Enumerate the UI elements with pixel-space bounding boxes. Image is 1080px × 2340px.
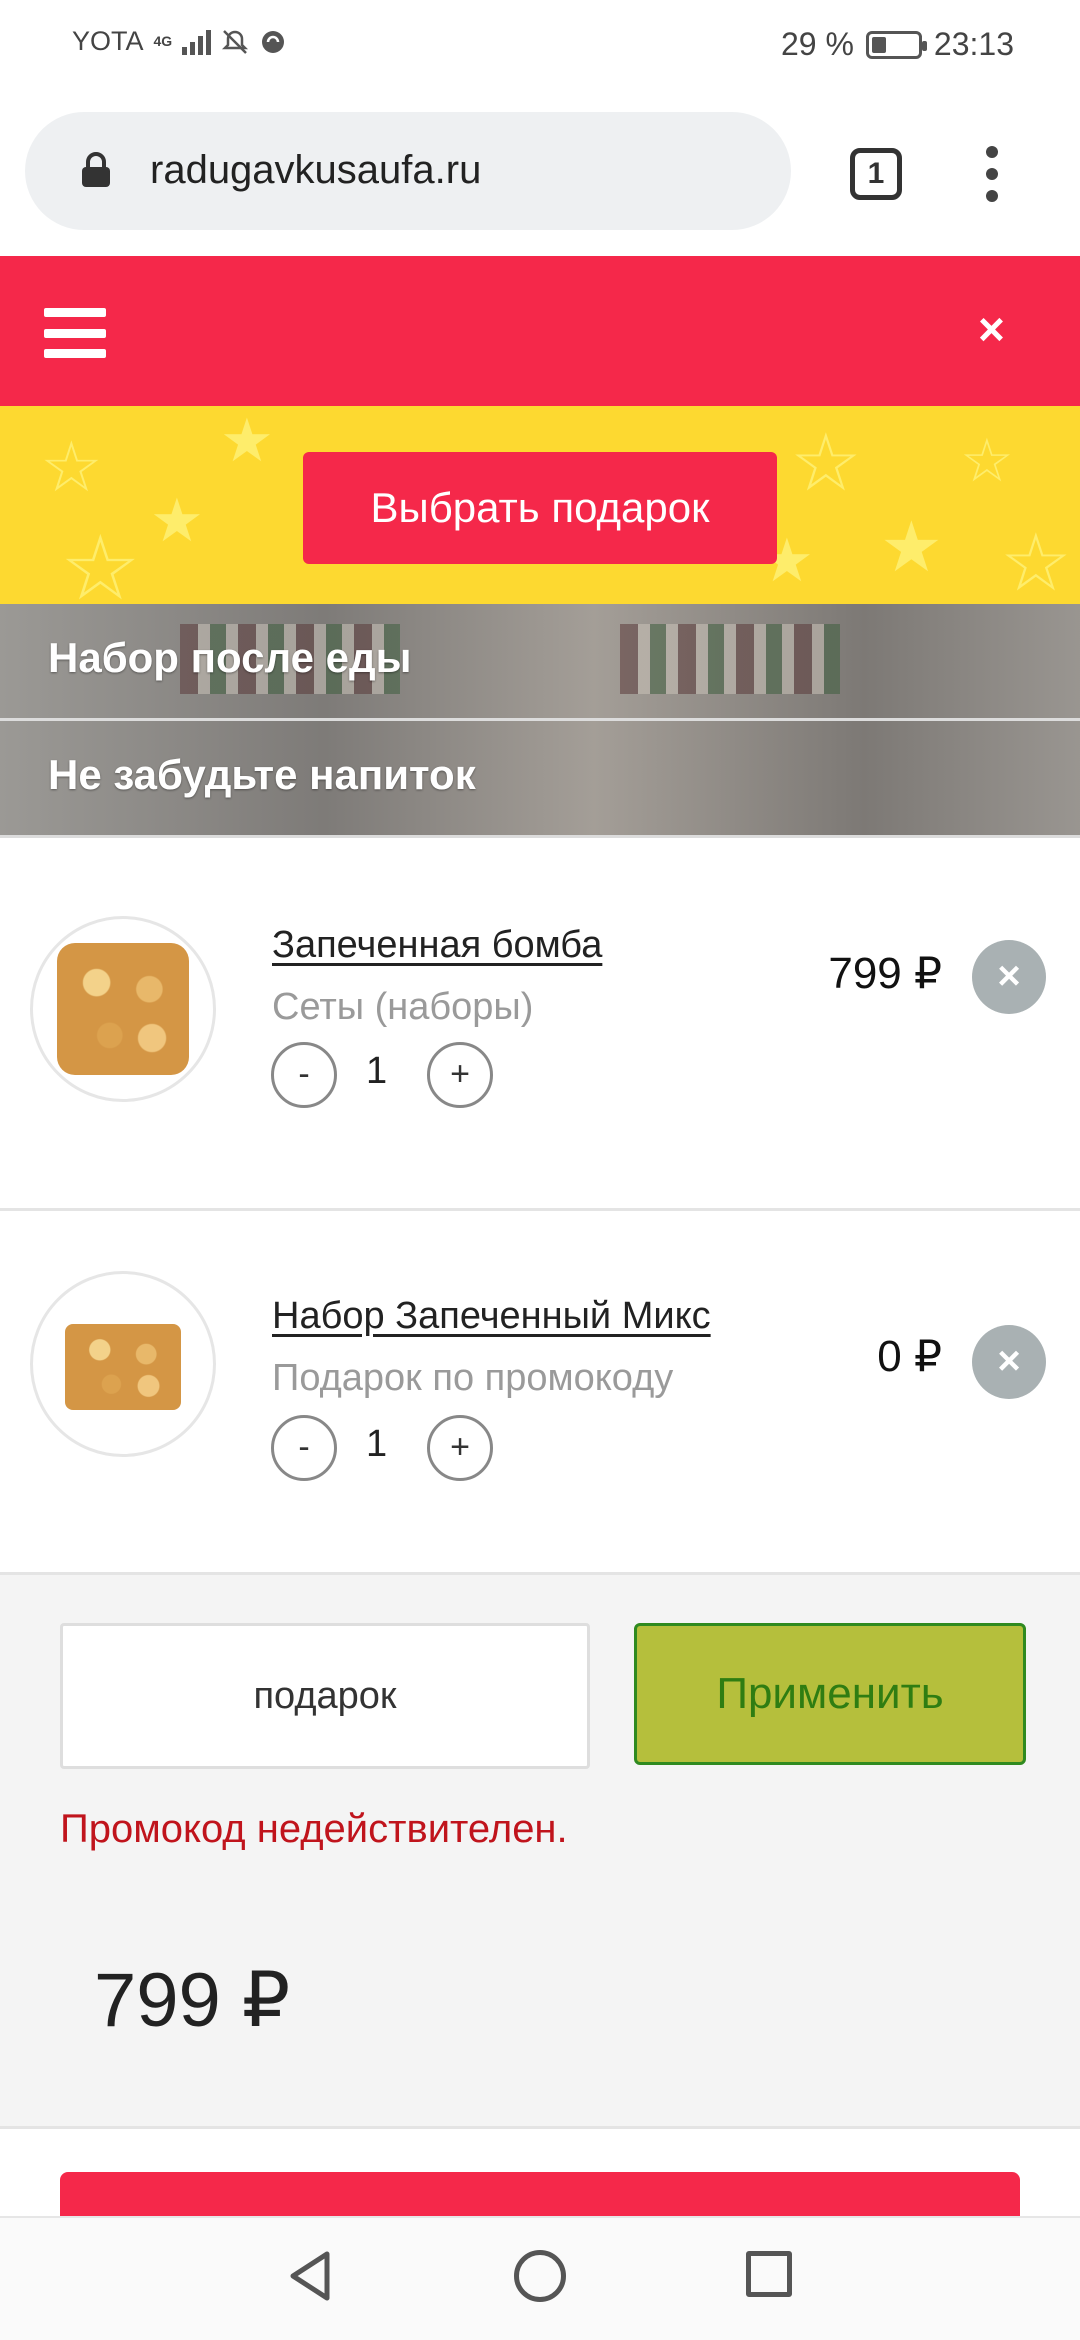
category-image (620, 624, 840, 694)
status-bar: YOTA 4G 29 % 23:13 (0, 0, 1080, 90)
promo-code-input[interactable] (60, 1623, 590, 1769)
battery-icon (865, 30, 927, 59)
item-image[interactable] (30, 1271, 216, 1457)
promo-error-message: Промокод недействителен. (60, 1807, 568, 1851)
food-image (57, 943, 189, 1075)
star-decoration: ★ (150, 487, 204, 554)
recent-apps-icon[interactable] (746, 2251, 792, 2297)
status-left: YOTA 4G (72, 26, 287, 57)
category-after-meal[interactable]: Набор после еды (0, 604, 1080, 720)
cart-item: Набор Запеченный Микс Подарок по промоко… (0, 1211, 1080, 1571)
item-category: Подарок по промокоду (272, 1357, 674, 1399)
hamburger-menu-icon[interactable] (44, 308, 106, 358)
star-decoration: ★ (880, 508, 943, 586)
gift-banner: ☆ ★ ☆ ★ ☆ ★ ☆ ☆ ★ Выбрать подарок (0, 406, 1080, 604)
tab-switcher-button[interactable]: 1 (850, 148, 902, 200)
quantity-increase-button[interactable]: + (427, 1042, 493, 1108)
url-text: radugavkusaufa.ru (150, 148, 482, 192)
cart-item: Запеченная бомба Сеты (наборы) - 1 + 799… (0, 838, 1080, 1198)
food-image (65, 1324, 181, 1410)
browser-toolbar: radugavkusaufa.ru 1 (0, 90, 1080, 256)
star-decoration: ☆ (960, 427, 1014, 494)
carrier-label: YOTA (72, 26, 144, 56)
mute-icon (222, 29, 249, 54)
promo-section: Применить Промокод недействителен. 799 ₽ (0, 1572, 1080, 2126)
quantity-value: 1 (366, 1050, 388, 1092)
quantity-increase-button[interactable]: + (427, 1415, 493, 1481)
more-menu-icon[interactable] (986, 146, 1000, 202)
category-drinks[interactable]: Не забудьте напиток (0, 721, 1080, 837)
star-decoration: ☆ (40, 428, 103, 506)
quantity-decrease-button[interactable]: - (271, 1415, 337, 1481)
divider (0, 2126, 1080, 2129)
battery-percent: 29 % (780, 26, 854, 62)
apply-promo-button[interactable]: Применить (634, 1623, 1026, 1765)
category-label: Не забудьте напиток (48, 751, 476, 798)
system-nav-bar (0, 2216, 1080, 2340)
star-decoration: ☆ (60, 519, 141, 604)
signal-icon (182, 29, 212, 55)
quantity-decrease-button[interactable]: - (271, 1042, 337, 1108)
item-price: 799 ₽ (828, 949, 942, 998)
order-total: 799 ₽ (94, 1958, 291, 2043)
quantity-value: 1 (366, 1423, 388, 1465)
star-decoration: ☆ (790, 418, 862, 507)
category-label: Набор после еды (48, 634, 412, 681)
item-category: Сеты (наборы) (272, 986, 534, 1028)
star-decoration: ★ (220, 407, 274, 474)
choose-gift-button[interactable]: Выбрать подарок (303, 452, 777, 564)
item-name-link[interactable]: Набор Запеченный Микс (272, 1295, 711, 1338)
site-header: × (0, 256, 1080, 406)
item-name-link[interactable]: Запеченная бомба (272, 924, 602, 967)
network-type: 4G (153, 33, 173, 49)
address-bar[interactable]: radugavkusaufa.ru (25, 112, 791, 230)
close-icon[interactable]: × (978, 302, 1005, 356)
home-icon[interactable] (514, 2250, 566, 2302)
remove-item-button[interactable]: × (972, 940, 1046, 1014)
lock-icon (82, 152, 110, 187)
back-icon[interactable] (285, 2248, 335, 2304)
star-decoration: ☆ (1000, 518, 1072, 604)
remove-item-button[interactable]: × (972, 1325, 1046, 1399)
status-right: 29 % 23:13 (781, 26, 1014, 63)
vpn-icon (262, 30, 285, 53)
item-image[interactable] (30, 916, 216, 1102)
item-price: 0 ₽ (877, 1332, 942, 1381)
clock: 23:13 (933, 26, 1014, 62)
